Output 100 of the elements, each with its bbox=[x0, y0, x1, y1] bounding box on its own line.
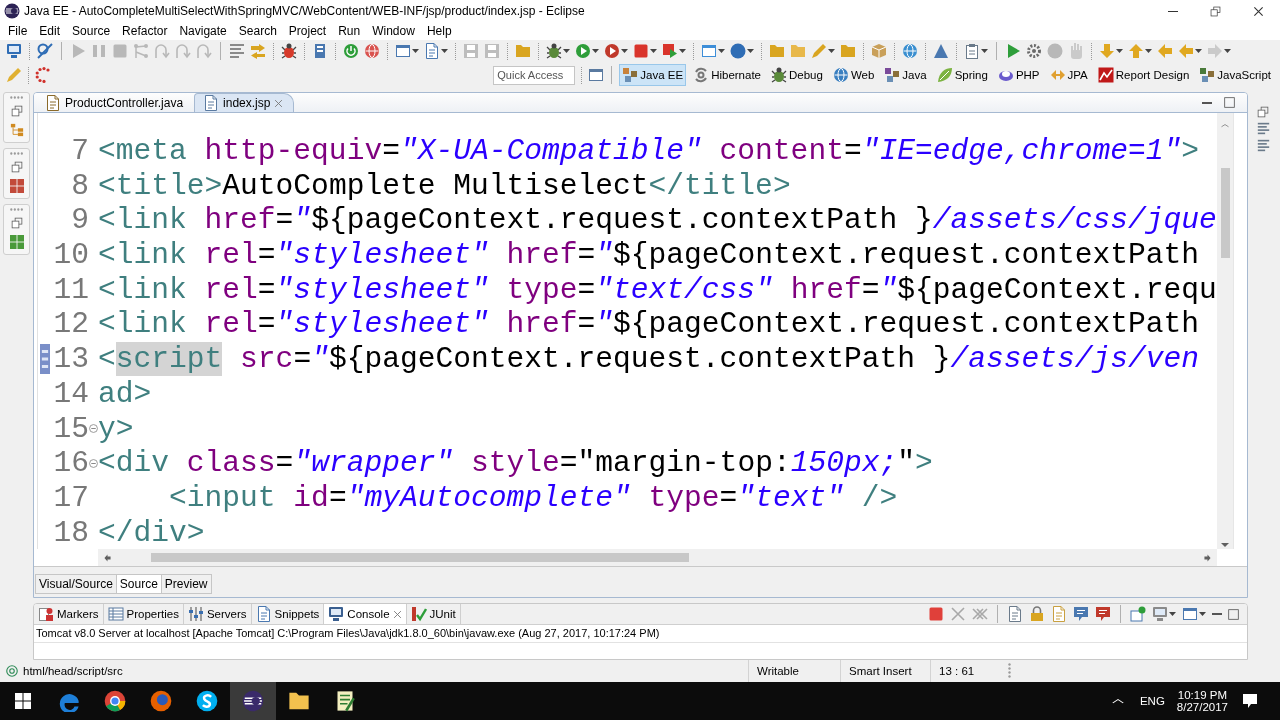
horizontal-scrollbar[interactable] bbox=[98, 549, 1217, 566]
dropdown-caret-icon[interactable] bbox=[981, 49, 988, 53]
server-icon[interactable] bbox=[312, 43, 328, 59]
dropdown-caret-icon[interactable] bbox=[650, 49, 657, 53]
menu-item[interactable]: File bbox=[2, 22, 34, 40]
dropdown-caret-icon[interactable] bbox=[679, 49, 686, 53]
gear-icon[interactable] bbox=[1026, 43, 1042, 59]
power-icon[interactable] bbox=[343, 43, 359, 59]
view-tab[interactable]: Snippets bbox=[251, 604, 325, 624]
notification-icon[interactable] bbox=[1242, 693, 1258, 709]
close-all-icon[interactable] bbox=[972, 606, 988, 622]
grid-icon[interactable] bbox=[9, 179, 24, 193]
menu-item[interactable]: Navigate bbox=[173, 22, 233, 40]
app-icon[interactable] bbox=[242, 690, 264, 712]
editor-mode-tab[interactable]: Visual/Source bbox=[35, 574, 117, 594]
menu-item[interactable]: Project bbox=[282, 22, 333, 40]
maximize-icon[interactable] bbox=[1228, 608, 1239, 620]
restore-icon[interactable] bbox=[10, 105, 23, 117]
taskbar-button[interactable] bbox=[230, 682, 276, 720]
speech-icon[interactable] bbox=[1095, 606, 1111, 622]
minimize-icon[interactable] bbox=[1167, 10, 1178, 12]
menu-item[interactable]: Edit bbox=[33, 22, 67, 40]
browser-icon[interactable] bbox=[104, 690, 126, 712]
dropdown-caret-icon[interactable] bbox=[1199, 612, 1206, 616]
clock-time[interactable]: 10:19 PM bbox=[1177, 689, 1228, 701]
code-editor[interactable] bbox=[34, 113, 1217, 549]
scroll-thumb[interactable] bbox=[1220, 168, 1230, 258]
view-tab[interactable]: Console bbox=[324, 604, 407, 624]
bug-icon[interactable] bbox=[281, 43, 297, 59]
editor-tab[interactable]: ProductController.java bbox=[36, 93, 195, 112]
dropdown-caret-icon[interactable] bbox=[1169, 612, 1176, 616]
dropdown-caret-icon[interactable] bbox=[412, 49, 419, 53]
windows-logo-icon[interactable] bbox=[15, 693, 31, 709]
perspective-button[interactable]: Java EE bbox=[619, 64, 687, 86]
restore-icon[interactable] bbox=[1210, 5, 1221, 17]
notepad-icon[interactable] bbox=[335, 690, 355, 712]
grid-icon[interactable] bbox=[9, 235, 24, 249]
menu-item[interactable]: Refactor bbox=[116, 22, 174, 40]
perspective-button[interactable]: Spring bbox=[933, 64, 991, 86]
pin-icon[interactable] bbox=[1130, 606, 1146, 622]
stop-icon[interactable] bbox=[633, 43, 649, 59]
list-icon[interactable] bbox=[1257, 139, 1270, 152]
pages-icon[interactable] bbox=[1051, 606, 1067, 622]
close-icon[interactable] bbox=[1253, 5, 1264, 17]
perspective-button[interactable]: PHP bbox=[994, 64, 1043, 86]
scroll-down-icon[interactable] bbox=[1221, 543, 1229, 547]
fold-icon[interactable] bbox=[89, 459, 98, 469]
new-window-icon[interactable] bbox=[1182, 606, 1198, 622]
dropdown-caret-icon[interactable] bbox=[828, 49, 835, 53]
minimize-icon[interactable] bbox=[1202, 101, 1212, 104]
maximize-icon[interactable] bbox=[1224, 97, 1235, 108]
play-circle-icon[interactable] bbox=[604, 43, 620, 59]
editor-mode-tab[interactable]: Preview bbox=[160, 574, 212, 594]
menu-item[interactable]: Source bbox=[66, 22, 117, 40]
perspective-button[interactable]: Web bbox=[829, 64, 878, 86]
view-tab[interactable]: Servers bbox=[183, 604, 252, 624]
quick-access-field[interactable]: Quick Access bbox=[493, 65, 576, 85]
dropdown-caret-icon[interactable] bbox=[441, 49, 448, 53]
restore-icon[interactable] bbox=[1257, 106, 1269, 118]
scroll-left-icon[interactable] bbox=[104, 553, 111, 562]
tree-icon[interactable] bbox=[9, 123, 24, 137]
dropdown-caret-icon[interactable] bbox=[1195, 49, 1202, 53]
circle-icon[interactable] bbox=[730, 43, 746, 59]
editor-tab[interactable]: index.jsp bbox=[194, 93, 295, 112]
scroll-thumb[interactable] bbox=[151, 553, 689, 562]
globe-icon[interactable] bbox=[364, 43, 380, 59]
restore-icon[interactable] bbox=[10, 217, 23, 229]
scroll-right-icon[interactable] bbox=[1204, 553, 1211, 562]
globe-icon[interactable] bbox=[902, 43, 918, 59]
view-tab[interactable]: Markers bbox=[34, 604, 104, 624]
menu-item[interactable]: Help bbox=[420, 22, 458, 40]
open-perspective-icon[interactable] bbox=[588, 67, 605, 83]
view-tab[interactable]: Properties bbox=[103, 604, 184, 624]
clipboard-icon[interactable] bbox=[964, 43, 980, 59]
dropdown-caret-icon[interactable] bbox=[1145, 49, 1152, 53]
menu-item[interactable]: Search bbox=[232, 22, 283, 40]
vertical-scrollbar[interactable] bbox=[1217, 113, 1233, 549]
play-icon[interactable] bbox=[1005, 43, 1021, 59]
list-icon[interactable] bbox=[229, 43, 245, 59]
dropdown-caret-icon[interactable] bbox=[1224, 49, 1231, 53]
clock-date[interactable]: 8/27/2017 bbox=[1176, 701, 1228, 713]
chevron-up-icon[interactable] bbox=[1111, 697, 1124, 705]
perspective-button[interactable]: JPA bbox=[1046, 64, 1091, 86]
language-indicator[interactable]: ENG bbox=[1139, 695, 1165, 707]
monitor-icon[interactable] bbox=[6, 43, 22, 59]
speech-icon[interactable] bbox=[1073, 606, 1089, 622]
new-window-icon[interactable] bbox=[395, 43, 411, 59]
chat-icon[interactable] bbox=[196, 690, 218, 712]
new-page-icon[interactable] bbox=[424, 43, 440, 59]
square-play-icon[interactable] bbox=[662, 43, 678, 59]
scroll-up-icon[interactable] bbox=[1221, 123, 1229, 128]
fold-icon[interactable] bbox=[89, 424, 98, 434]
triangle-icon[interactable] bbox=[933, 43, 949, 59]
box-icon[interactable] bbox=[871, 43, 887, 59]
list-icon[interactable] bbox=[1257, 122, 1270, 135]
perspective-button[interactable]: Java bbox=[881, 64, 930, 86]
dropdown-caret-icon[interactable] bbox=[621, 49, 628, 53]
perspective-button[interactable]: JavaScript bbox=[1196, 64, 1274, 86]
restore-icon[interactable] bbox=[10, 161, 23, 173]
lock-icon[interactable] bbox=[1029, 606, 1045, 622]
